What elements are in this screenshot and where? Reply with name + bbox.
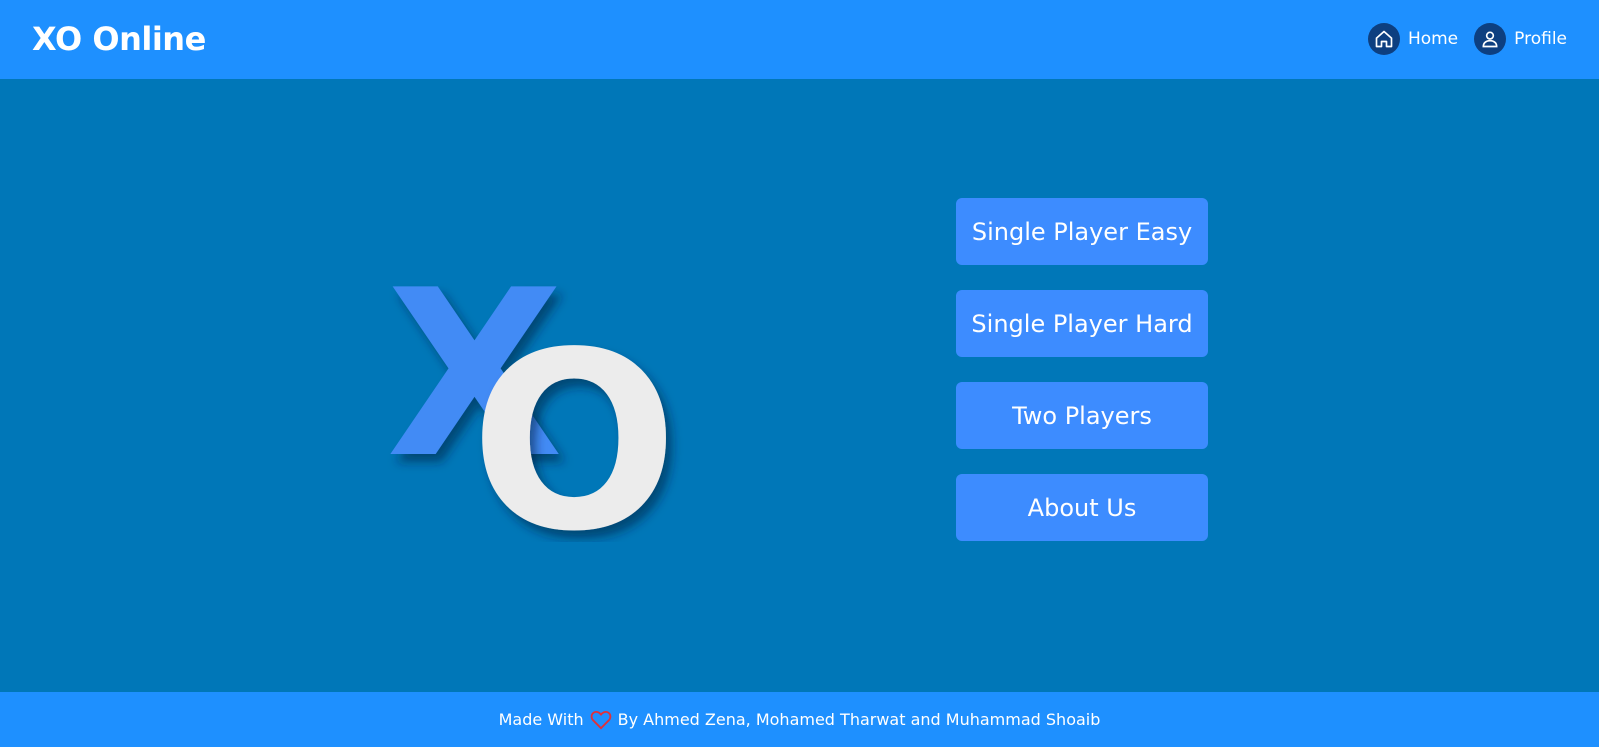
nav-profile-label: Profile: [1514, 29, 1567, 49]
user-icon: [1474, 23, 1507, 55]
top-navbar: XO Online Home Profile: [0, 0, 1599, 79]
nav-home-label: Home: [1407, 29, 1459, 49]
footer-prefix: Made With: [498, 710, 584, 729]
footer-credits: By Ahmed Zena, Mohamed Tharwat and Muham…: [617, 710, 1101, 729]
xo-logo: X O: [384, 242, 684, 585]
nav-home-link[interactable]: Home: [1367, 23, 1459, 55]
nav-profile-link[interactable]: Profile: [1474, 23, 1567, 55]
game-menu: Single Player Easy Single Player Hard Tw…: [956, 198, 1208, 566]
heart-icon: [590, 710, 612, 730]
logo-o-letter: O: [470, 300, 678, 542]
two-players-button[interactable]: Two Players: [956, 382, 1208, 449]
about-us-button[interactable]: About Us: [956, 474, 1208, 541]
footer: Made With By Ahmed Zena, Mohamed Tharwat…: [0, 692, 1599, 747]
single-player-easy-button[interactable]: Single Player Easy: [956, 198, 1208, 265]
home-icon: [1367, 23, 1400, 55]
nav-links: Home Profile: [1367, 23, 1567, 55]
single-player-hard-button[interactable]: Single Player Hard: [956, 290, 1208, 357]
brand-title[interactable]: XO Online: [32, 19, 206, 59]
